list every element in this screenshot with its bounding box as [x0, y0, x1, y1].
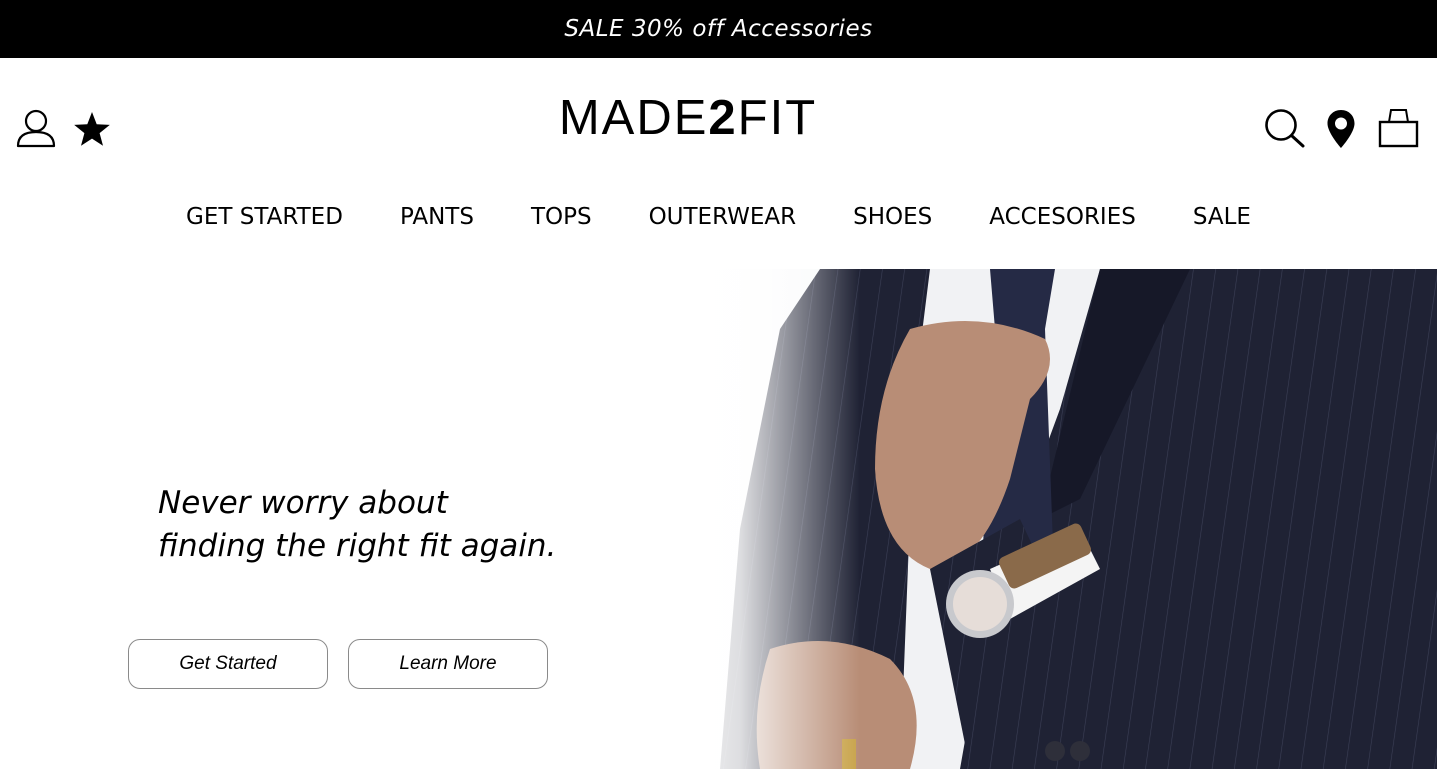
nav-item-tops[interactable]: TOPS: [531, 204, 592, 230]
nav-item-pants[interactable]: PANTS: [400, 204, 474, 230]
promo-banner: SALE 30% off Accessories: [0, 0, 1437, 58]
logo-text-2: 2: [708, 91, 738, 145]
promo-text: SALE 30% off Accessories: [564, 16, 873, 42]
nav-item-accesories[interactable]: ACCESORIES: [989, 204, 1136, 230]
logo-text-made: MADE: [558, 91, 709, 145]
learn-more-button[interactable]: Learn More: [348, 639, 548, 689]
logo-text-fit: FIT: [737, 91, 818, 145]
hero-image: [660, 269, 1437, 769]
site-logo[interactable]: MADE2FIT: [518, 94, 858, 143]
location-pin-icon[interactable]: [1326, 109, 1356, 149]
star-icon[interactable]: [73, 111, 111, 147]
hero-headline: Never worry about finding the right fit …: [158, 482, 628, 568]
search-icon[interactable]: [1264, 108, 1306, 148]
nav-item-get-started[interactable]: GET STARTED: [186, 204, 343, 230]
nav-item-outerwear[interactable]: OUTERWEAR: [649, 204, 797, 230]
get-started-button[interactable]: Get Started: [128, 639, 328, 689]
shopping-bag-icon[interactable]: [1378, 108, 1419, 148]
hero-headline-line-2: finding the right fit again.: [158, 528, 557, 564]
hero-image-fade: [660, 269, 860, 769]
nav-item-shoes[interactable]: SHOES: [853, 204, 932, 230]
nav-item-sale[interactable]: SALE: [1193, 204, 1251, 230]
main-nav: GET STARTED PANTS TOPS OUTERWEAR SHOES A…: [0, 204, 1437, 230]
user-icon[interactable]: [16, 108, 56, 148]
hero-headline-line-1: Never worry about: [158, 485, 448, 521]
